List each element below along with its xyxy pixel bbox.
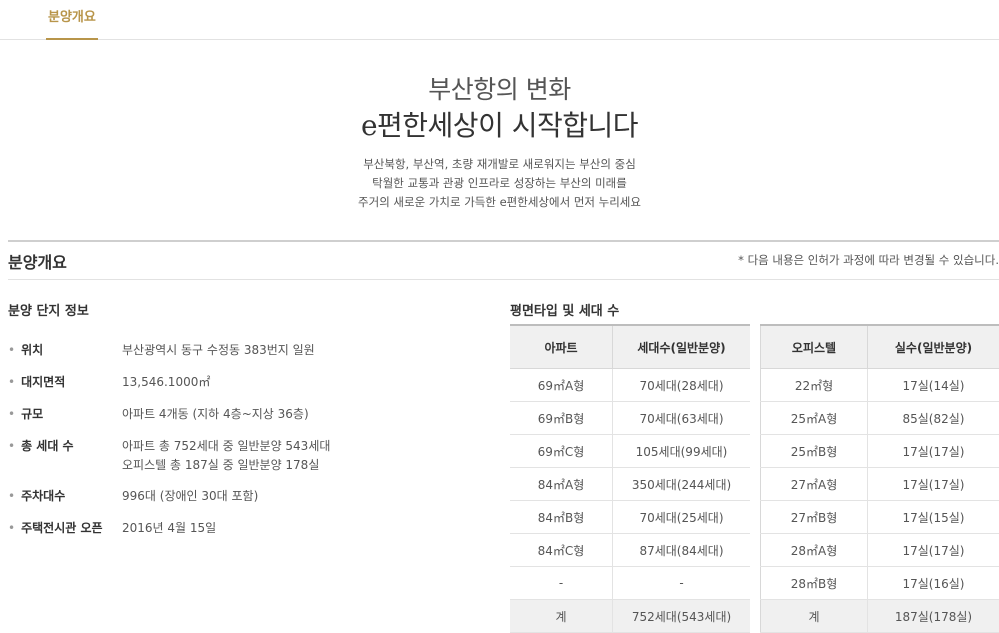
- table-cell: 87세대(84세대): [613, 534, 751, 567]
- column-header: 실수(일반분양): [868, 325, 999, 369]
- table-cell: 17실(16실): [868, 567, 999, 600]
- table-row: --: [510, 567, 750, 600]
- hero-title: 부산항의 변화: [0, 70, 999, 106]
- table-row: 22㎡형17실(14실): [761, 369, 999, 402]
- table-cell: 84㎡B형: [510, 501, 613, 534]
- info-label: 위치: [8, 341, 43, 358]
- table-row: 69㎡A형70세대(28세대): [510, 369, 750, 402]
- info-value: 996대 (장애인 30대 포함): [122, 487, 258, 506]
- table-cell: 계: [761, 600, 868, 633]
- table-total-row: 계752세대(543세대): [510, 600, 750, 633]
- section-note: * 다음 내용은 인허가 과정에 따라 변경될 수 있습니다.: [738, 252, 999, 268]
- section-title: 분양개요: [8, 249, 67, 273]
- table-row: 28㎡A형17실(17실): [761, 534, 999, 567]
- table-cell: 752세대(543세대): [613, 600, 751, 633]
- table-cell: 17실(15실): [868, 501, 999, 534]
- table-cell: 17실(17실): [868, 435, 999, 468]
- hero-description-line: 부산북항, 부산역, 초량 재개발로 새로워지는 부산의 중심: [0, 155, 999, 174]
- info-label: 대지면적: [8, 373, 65, 390]
- table-cell: 69㎡A형: [510, 369, 613, 402]
- table-cell: 70세대(28세대): [613, 369, 751, 402]
- section-header: 분양개요 * 다음 내용은 인허가 과정에 따라 변경될 수 있습니다.: [8, 240, 999, 280]
- table-cell: 187실(178실): [868, 600, 999, 633]
- table-row: 84㎡A형350세대(244세대): [510, 468, 750, 501]
- table-cell: 105세대(99세대): [613, 435, 751, 468]
- table-cell: -: [510, 567, 613, 600]
- table-row: 28㎡B형17실(16실): [761, 567, 999, 600]
- info-label: 총 세대 수: [8, 437, 74, 454]
- table-cell: 계: [510, 600, 613, 633]
- table-cell: 28㎡B형: [761, 567, 868, 600]
- info-value: 아파트 4개동 (지하 4층~지상 36층): [122, 405, 309, 424]
- table-cell: 22㎡형: [761, 369, 868, 402]
- table-cell: 69㎡B형: [510, 402, 613, 435]
- table-cell: -: [613, 567, 751, 600]
- info-value: 2016년 4월 15일: [122, 519, 216, 538]
- table-row: 27㎡A형17실(17실): [761, 468, 999, 501]
- complex-info-title: 분양 단지 정보: [8, 300, 89, 319]
- column-header: 세대수(일반분양): [613, 325, 751, 369]
- table-total-row: 계187실(178실): [761, 600, 999, 633]
- info-label: 주차대수: [8, 487, 65, 504]
- table-cell: 350세대(244세대): [613, 468, 751, 501]
- table-cell: 27㎡B형: [761, 501, 868, 534]
- info-value: 부산광역시 동구 수정동 383번지 일원: [122, 341, 315, 360]
- table-row: 25㎡A형85실(82실): [761, 402, 999, 435]
- tab-overview[interactable]: 분양개요: [46, 0, 98, 40]
- table-cell: 28㎡A형: [761, 534, 868, 567]
- column-header: 오피스텔: [761, 325, 868, 369]
- info-value: 13,546.1000㎡: [122, 373, 210, 392]
- table-cell: 70세대(25세대): [613, 501, 751, 534]
- info-label: 주택전시관 오픈: [8, 519, 103, 536]
- table-cell: 84㎡A형: [510, 468, 613, 501]
- hero-description-line: 탁월한 교통과 관광 인프라로 성장하는 부산의 미래를: [0, 174, 999, 193]
- hero-description: 부산북항, 부산역, 초량 재개발로 새로워지는 부산의 중심 탁월한 교통과 …: [0, 155, 999, 212]
- unit-tables: 아파트 세대수(일반분양) 69㎡A형70세대(28세대) 69㎡B형70세대(…: [510, 324, 999, 615]
- info-label: 규모: [8, 405, 43, 422]
- apartment-table: 아파트 세대수(일반분양) 69㎡A형70세대(28세대) 69㎡B형70세대(…: [510, 324, 750, 633]
- table-cell: 85실(82실): [868, 402, 999, 435]
- unit-types-title: 평면타입 및 세대 수: [510, 300, 619, 319]
- hero-subtitle: e편한세상이 시작합니다: [0, 104, 999, 144]
- table-row: 27㎡B형17실(15실): [761, 501, 999, 534]
- table-row: 84㎡C형87세대(84세대): [510, 534, 750, 567]
- table-cell: 69㎡C형: [510, 435, 613, 468]
- tab-bar: 분양개요: [0, 0, 999, 40]
- table-row: 84㎡B형70세대(25세대): [510, 501, 750, 534]
- hero-description-line: 주거의 새로운 가치로 가득한 e편한세상에서 먼저 누리세요: [0, 193, 999, 212]
- table-cell: 84㎡C형: [510, 534, 613, 567]
- table-row: 69㎡C형105세대(99세대): [510, 435, 750, 468]
- table-cell: 70세대(63세대): [613, 402, 751, 435]
- column-header: 아파트: [510, 325, 613, 369]
- table-row: 25㎡B형17실(17실): [761, 435, 999, 468]
- info-value: 아파트 총 752세대 중 일반분양 543세대 오피스텔 총 187실 중 일…: [122, 437, 330, 475]
- officetel-table: 오피스텔 실수(일반분양) 22㎡형17실(14실) 25㎡A형85실(82실)…: [760, 324, 999, 633]
- table-cell: 25㎡B형: [761, 435, 868, 468]
- table-cell: 25㎡A형: [761, 402, 868, 435]
- table-row: 69㎡B형70세대(63세대): [510, 402, 750, 435]
- table-cell: 17실(17실): [868, 468, 999, 501]
- table-cell: 17실(17실): [868, 534, 999, 567]
- table-cell: 27㎡A형: [761, 468, 868, 501]
- table-cell: 17실(14실): [868, 369, 999, 402]
